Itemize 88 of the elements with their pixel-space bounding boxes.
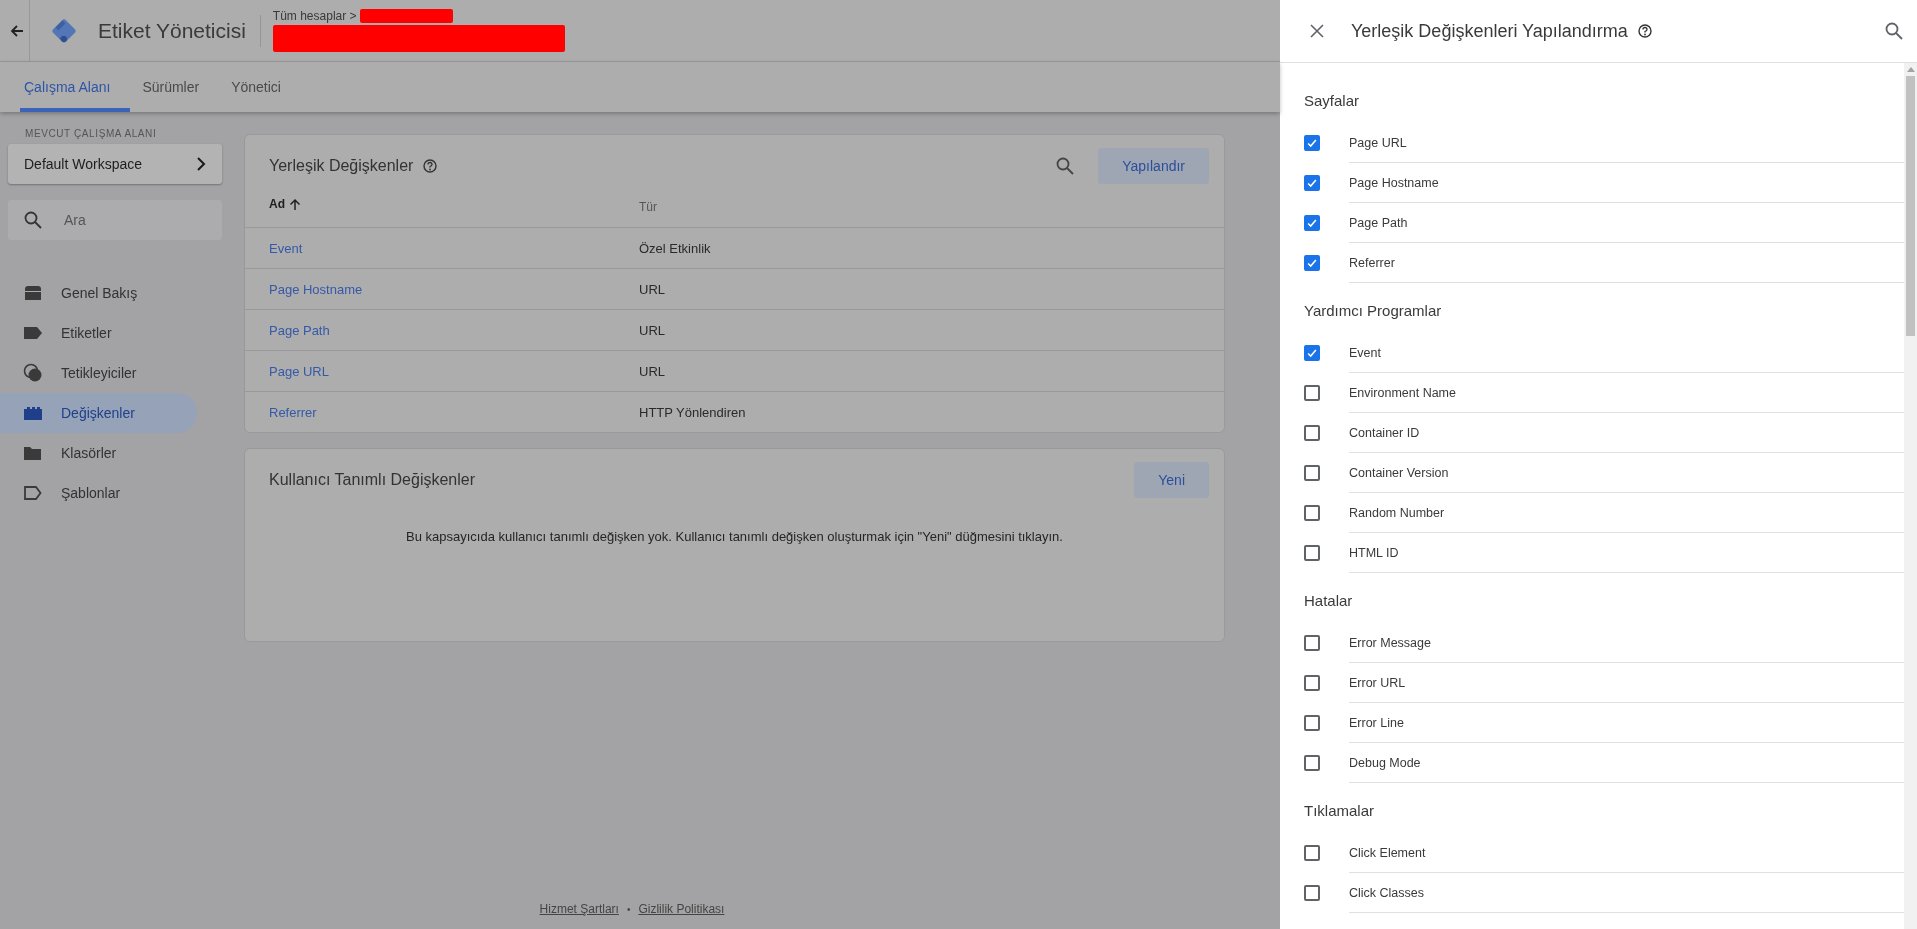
variable-link[interactable]: Page URL <box>269 363 329 379</box>
checkbox[interactable] <box>1304 505 1320 521</box>
tag-icon <box>23 325 43 341</box>
checkbox[interactable] <box>1304 425 1320 441</box>
checkbox[interactable] <box>1304 845 1320 861</box>
empty-message: Bu kapsayıcıda kullanıcı tanımlı değişken yok. Kullanıcı tanımlı değişken oluşturmak için "Yeni" düğmesini tıklayın. <box>405 529 1064 544</box>
variable-link[interactable]: Referrer <box>269 404 317 420</box>
panel-title: Yerleşik Değişkenleri Yapılandırma <box>1351 20 1628 42</box>
checkbox[interactable] <box>1304 675 1320 691</box>
checkbox[interactable] <box>1304 755 1320 771</box>
workspace-selector[interactable]: Default Workspace <box>8 144 222 184</box>
help-icon[interactable] <box>423 159 438 173</box>
section-heading: Yardımcı Programlar <box>1304 301 1443 321</box>
checkbox-label: Container ID <box>1349 425 1420 440</box>
checkbox[interactable] <box>1304 135 1320 151</box>
checkbox[interactable] <box>1304 635 1320 651</box>
nav-item[interactable]: Şablonlar <box>0 473 197 513</box>
nav-item[interactable]: Etiketler <box>0 313 197 353</box>
checkbox-label: Page Path <box>1349 215 1408 230</box>
checkbox-label: Error URL <box>1349 675 1406 690</box>
column-header[interactable]: Ad <box>269 197 285 211</box>
checkbox-label: Debug Mode <box>1349 755 1421 770</box>
search-icon <box>24 211 42 229</box>
variable-link[interactable]: Page Path <box>269 322 330 338</box>
table-cell: URL <box>639 364 665 379</box>
card-title: Kullanıcı Tanımlı Değişkenler <box>269 471 476 489</box>
scrollbar-thumb[interactable] <box>1906 76 1915 336</box>
chevron-right-icon <box>196 157 206 171</box>
checkbox-label: HTML ID <box>1349 545 1399 560</box>
configure-button[interactable]: Yapılandır <box>1098 148 1209 184</box>
circles-icon <box>23 363 43 383</box>
checkbox-label: Error Message <box>1349 635 1431 650</box>
back-arrow-icon <box>10 23 24 38</box>
checkbox-label: Page URL <box>1349 135 1407 150</box>
variable-link[interactable]: Event <box>269 240 303 256</box>
tag-outline-icon <box>23 485 43 501</box>
checkbox-label: Error Line <box>1349 715 1404 730</box>
table-cell: HTTP Yönlendiren <box>639 405 746 420</box>
search-field[interactable]: Ara <box>8 200 222 240</box>
app-title: Etiket Yöneticisi <box>98 18 246 43</box>
checkbox-label: Event <box>1349 345 1381 360</box>
checkbox[interactable] <box>1304 885 1320 901</box>
checkbox[interactable] <box>1304 545 1320 561</box>
checkbox-label: Click Classes <box>1349 885 1424 900</box>
blocks-icon <box>23 406 43 420</box>
separator: • <box>626 903 631 915</box>
nav-item[interactable]: Klasörler <box>0 433 197 473</box>
tray-icon <box>23 285 43 301</box>
checkbox-label: Random Number <box>1349 505 1445 520</box>
help-icon[interactable] <box>1637 24 1652 38</box>
new-button[interactable]: Yeni <box>1134 462 1209 498</box>
table-cell: Özel Etkinlik <box>639 241 711 256</box>
breadcrumb-link[interactable]: Tüm hesaplar > <box>272 9 357 23</box>
workspace-label: MEVCUT ÇALIŞMA ALANI <box>25 128 158 139</box>
column-header: Tür <box>639 200 657 214</box>
variable-link[interactable]: Page Hostname <box>269 281 363 297</box>
scrollbar[interactable] <box>1904 63 1917 929</box>
nav-item[interactable]: Tetikleyiciler <box>0 353 197 393</box>
nav-item[interactable]: Genel Bakış <box>0 273 197 313</box>
checkbox-label: Environment Name <box>1349 385 1456 400</box>
search-icon[interactable] <box>1056 157 1075 175</box>
sort-up-arrow-icon[interactable] <box>289 197 301 211</box>
table-cell: URL <box>639 282 665 297</box>
section-heading: Sayfalar <box>1304 91 1361 111</box>
folder-icon <box>23 445 43 461</box>
card-title: Yerleşik Değişkenler <box>269 157 414 175</box>
tab[interactable]: Sürümler <box>138 62 220 112</box>
checkbox[interactable] <box>1304 215 1320 231</box>
section-heading: Tıklamalar <box>1304 801 1375 821</box>
tab[interactable]: Çalışma Alanı <box>20 62 131 112</box>
checkbox[interactable] <box>1304 465 1320 481</box>
close-icon <box>1310 24 1324 38</box>
footer-link[interactable]: Hizmet Şartları <box>539 902 619 916</box>
section-heading: Hatalar <box>1304 591 1354 611</box>
checkbox[interactable] <box>1304 175 1320 191</box>
nav-item[interactable]: Değişkenler <box>0 393 197 433</box>
search-icon[interactable] <box>1885 22 1903 40</box>
checkbox-label: Container Version <box>1349 465 1449 480</box>
checkbox[interactable] <box>1304 715 1320 731</box>
checkbox[interactable] <box>1304 255 1320 271</box>
checkbox-label: Referrer <box>1349 255 1395 270</box>
checkbox-label: Click Element <box>1349 845 1426 860</box>
checkbox-label: Page Hostname <box>1349 175 1439 190</box>
table-cell: URL <box>639 323 665 338</box>
tab[interactable]: Yönetici <box>227 62 301 112</box>
footer-link[interactable]: Gizlilik Politikası <box>638 902 725 916</box>
checkbox[interactable] <box>1304 385 1320 401</box>
checkbox[interactable] <box>1304 345 1320 361</box>
